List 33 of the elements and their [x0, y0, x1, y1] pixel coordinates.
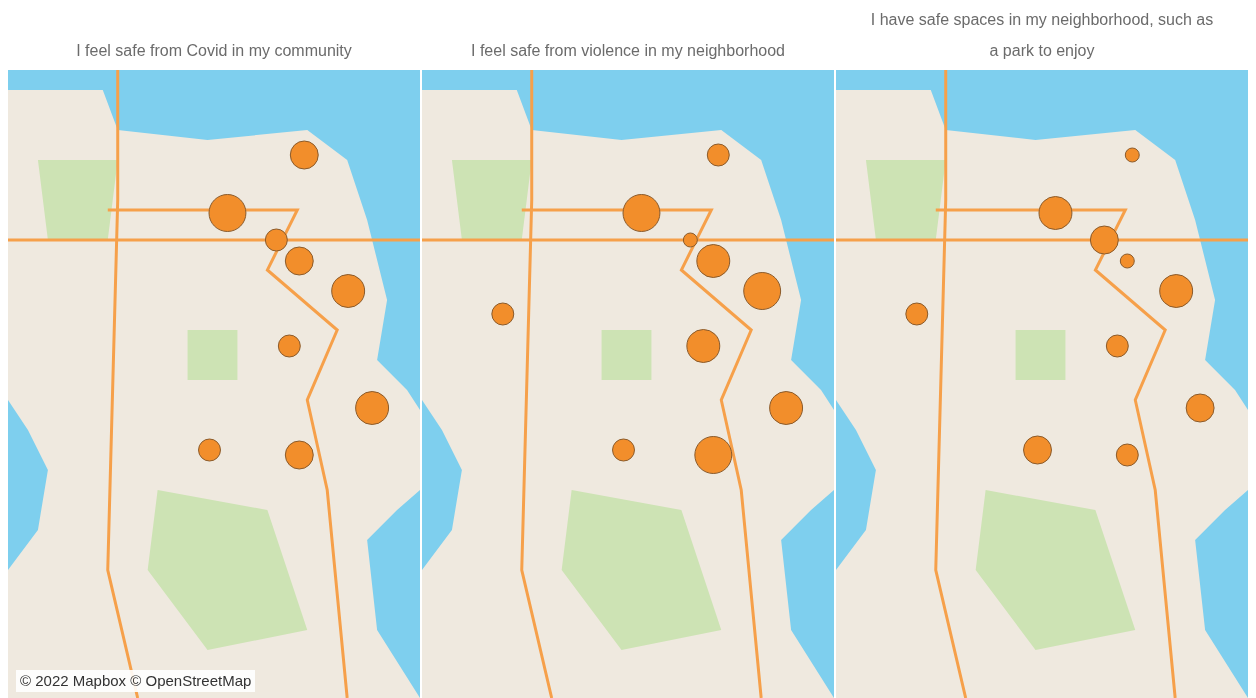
map-marker[interactable] [694, 436, 733, 474]
map-marker[interactable] [1185, 393, 1215, 423]
map-marker[interactable] [1115, 443, 1139, 467]
map-marker[interactable] [208, 194, 247, 232]
map-attribution[interactable]: © 2022 Mapbox © OpenStreetMap [16, 669, 256, 692]
map-marker[interactable] [1023, 435, 1052, 465]
map-marker[interactable] [355, 391, 390, 425]
map-marker[interactable] [284, 440, 314, 470]
map-marker[interactable] [289, 140, 319, 170]
map-marker[interactable] [264, 228, 288, 252]
map-title: I have safe spaces in my neighborhood, such as a park to enjoy [869, 10, 1215, 61]
map-title: I feel safe from Covid in my community [75, 41, 353, 61]
map-marker[interactable] [696, 244, 731, 278]
map-marker[interactable] [1159, 274, 1194, 308]
map-marker[interactable] [491, 302, 515, 326]
map-marker[interactable] [198, 438, 221, 462]
map-marker[interactable] [1038, 196, 1073, 230]
map-marker[interactable] [686, 329, 721, 363]
map-marker[interactable] [682, 232, 698, 248]
map-marker[interactable] [1119, 253, 1135, 269]
map-marker[interactable] [905, 302, 929, 326]
map-marker[interactable] [612, 438, 635, 462]
map-marker[interactable] [1089, 225, 1119, 255]
map-marker[interactable] [277, 334, 301, 358]
map-marker[interactable] [743, 272, 782, 310]
map-marker[interactable] [706, 143, 730, 167]
map-title: I feel safe from violence in my neighborhood [470, 41, 786, 61]
map-marker[interactable] [284, 246, 314, 276]
map-marker[interactable] [769, 391, 804, 425]
map-marker[interactable] [1105, 334, 1129, 358]
map-marker[interactable] [1124, 147, 1140, 163]
map-marker[interactable] [622, 194, 661, 232]
map-marker[interactable] [331, 274, 366, 308]
